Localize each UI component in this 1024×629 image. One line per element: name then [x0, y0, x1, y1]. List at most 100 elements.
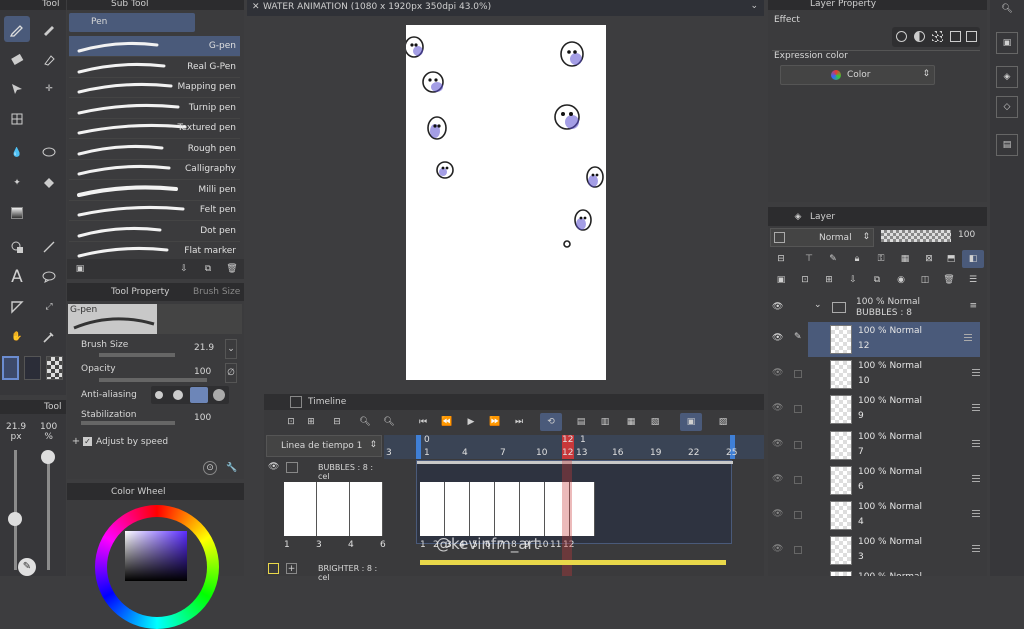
layer-strip-icon[interactable]: ◇ [996, 96, 1018, 118]
adjust-speed-checkbox[interactable]: ✓ [83, 437, 92, 446]
aa-medium-option[interactable] [190, 387, 208, 403]
layer-row-menu-icon[interactable] [972, 545, 980, 553]
subtool-group-tab-pen[interactable]: Pen [69, 13, 195, 32]
folder-eye-icon[interactable]: 👁 [772, 302, 783, 312]
brush-size-bar[interactable] [99, 353, 175, 357]
loop-icon[interactable]: ⟲ [540, 413, 562, 431]
track2-checkbox[interactable] [268, 563, 279, 574]
brush-item[interactable]: Real G-Pen [69, 57, 240, 78]
playback-start-marker[interactable] [416, 435, 421, 459]
stabilization-value[interactable]: 100 [194, 413, 211, 423]
last-frame-icon[interactable]: ⏭ [512, 415, 526, 429]
cel-thumbnail[interactable] [420, 482, 445, 536]
navigator-strip-icon[interactable]: ◈ [996, 66, 1018, 88]
new-animation-folder-icon[interactable]: ⊟ [330, 415, 344, 429]
layer-row[interactable]: 👁 100 % Normal 3 [768, 533, 987, 568]
brush-item[interactable]: Milli pen [69, 180, 240, 201]
brush-size-tab[interactable]: Brush Size [193, 287, 240, 297]
cel-thumbnail[interactable] [350, 482, 383, 536]
opacity-prop-value[interactable]: 100 [194, 367, 211, 377]
history-strip-icon[interactable]: ▤ [996, 134, 1018, 156]
layer-row-menu-icon[interactable] [972, 404, 980, 412]
transparent-color-swatch[interactable] [46, 356, 63, 380]
ruler-tool-icon[interactable] [4, 294, 30, 320]
tool-wrench-icon[interactable]: 🔧 [225, 461, 239, 475]
layer-eye-icon[interactable]: 👁 [772, 333, 783, 343]
layer-row-menu-icon[interactable] [972, 474, 980, 482]
draft-layer-icon[interactable]: ✎ [826, 252, 840, 266]
cel-thumbnail[interactable] [570, 482, 595, 536]
layer-row[interactable]: 👁100 % Normal [768, 568, 987, 576]
layer-row[interactable]: 👁 100 % Normal 6 [768, 463, 987, 498]
sub-color-swatch[interactable] [24, 356, 41, 380]
layer-row-menu-icon[interactable] [972, 369, 980, 377]
layer-opacity-slider[interactable] [881, 230, 951, 242]
layer-eye-icon[interactable]: 👁 [772, 544, 783, 554]
fill-pen-tool-icon[interactable] [36, 46, 62, 72]
lock-transparency-icon[interactable]: ⚿ [874, 252, 888, 266]
brush-item[interactable]: Calligraphy [69, 159, 240, 180]
opacity-link-icon[interactable]: ∅ [225, 363, 237, 383]
zoom-in-icon[interactable]: 🔍︎ [382, 415, 396, 429]
magic-wand-tool-icon[interactable]: ✦ [4, 170, 30, 196]
aa-weak-option[interactable] [173, 390, 183, 400]
folder-menu-icon[interactable]: ≡ [969, 301, 977, 311]
layer-eye-icon[interactable]: 👁 [772, 439, 783, 449]
ruler-layer-icon[interactable]: ⊠ [922, 252, 936, 266]
search-strip-icon[interactable]: 🔍︎ [996, 0, 1018, 18]
subtool-delete-icon[interactable]: 🗑 [225, 262, 239, 276]
track-brighter[interactable]: + BRIGHTER : 8 : cel [264, 562, 382, 582]
onion-skin-icon[interactable]: ▦ [624, 415, 638, 429]
first-frame-icon[interactable]: ⏮ [416, 415, 430, 429]
more-timeline-icon[interactable]: ▨ [716, 415, 730, 429]
light-table-icon[interactable]: ▧ [648, 415, 662, 429]
figure-tool-icon[interactable] [4, 234, 30, 260]
expression-color-select[interactable]: Color ⇕ [780, 65, 935, 85]
layer-folder-bubbles[interactable]: 👁 ⌄ 100 % Normal BUBBLES : 8 ≡ [768, 294, 987, 322]
apply-mask-icon[interactable]: ◫ [918, 273, 932, 287]
lock-layer-icon[interactable]: 🔒︎ [850, 252, 864, 266]
color-layer-icon[interactable]: ⬒ [944, 252, 958, 266]
balloon-tool-icon[interactable] [36, 264, 62, 290]
layer-lock-box[interactable] [794, 405, 802, 414]
layer-lock-box[interactable] [794, 440, 802, 449]
layer-row[interactable]: 👁 ✎ 100 % Normal 12 [772, 322, 980, 357]
combine-layer-icon[interactable]: ⧉ [870, 273, 884, 287]
zoom-out-icon[interactable]: 🔍︎ [358, 415, 372, 429]
brush-item[interactable]: Turnip pen [69, 98, 240, 119]
hand-tool-icon[interactable]: ✋ [4, 324, 30, 350]
effect-buttons[interactable] [892, 27, 980, 47]
new-vector-layer-icon[interactable]: ⊡ [798, 273, 812, 287]
layer-color-toggle-icon[interactable]: ◧ [962, 250, 984, 268]
effect-pattern-icon[interactable] [932, 31, 943, 42]
show-cel-icon[interactable]: ▣ [680, 413, 702, 431]
fill-bucket-tool-icon[interactable] [36, 170, 62, 196]
layer-row[interactable]: 👁 100 % Normal 10 [768, 357, 987, 392]
layer-row[interactable]: 👁 100 % Normal 4 [768, 498, 987, 533]
layer-lock-box[interactable] [794, 475, 802, 484]
layer-lock-box[interactable] [794, 511, 802, 519]
eyedropper-tool-icon[interactable] [36, 324, 62, 350]
cel-thumbnail[interactable] [520, 482, 545, 536]
tool-property-title[interactable]: Tool Property [111, 287, 169, 297]
brush-item[interactable]: Mapping pen [69, 77, 240, 98]
layer-row-menu-icon[interactable] [972, 439, 980, 447]
new-timeline-icon[interactable]: ⊡ [284, 415, 298, 429]
size-slider-handle[interactable] [8, 512, 22, 526]
subtool-import-icon[interactable]: ⇩ [177, 262, 191, 276]
move-tool-icon[interactable] [4, 76, 30, 102]
frame-ruler[interactable]: 0 12 1 3 1 4 7 10 12 13 16 19 22 25 [384, 435, 764, 459]
layer-row-menu-icon[interactable] [964, 334, 972, 341]
track-bubbles[interactable]: 👁 BUBBLES : 8 : cel [264, 460, 382, 481]
delete-layer-icon[interactable]: 🗑 [942, 273, 956, 287]
blend-mode-select[interactable]: Normal ⇕ [770, 228, 874, 247]
effect-extra-icon[interactable] [966, 31, 977, 42]
text-tool-icon[interactable]: A [4, 264, 30, 290]
aa-strong-option[interactable] [213, 389, 225, 401]
line-tool-icon[interactable] [36, 234, 62, 260]
canvas-paper[interactable] [406, 25, 606, 380]
reference-layer-icon[interactable]: ⊤ [802, 252, 816, 266]
layer-eye-icon[interactable]: 👁 [772, 368, 783, 378]
correct-line-tool-icon[interactable]: ⤢ [36, 294, 62, 320]
blend-tool-icon[interactable]: 💧 [4, 140, 30, 166]
